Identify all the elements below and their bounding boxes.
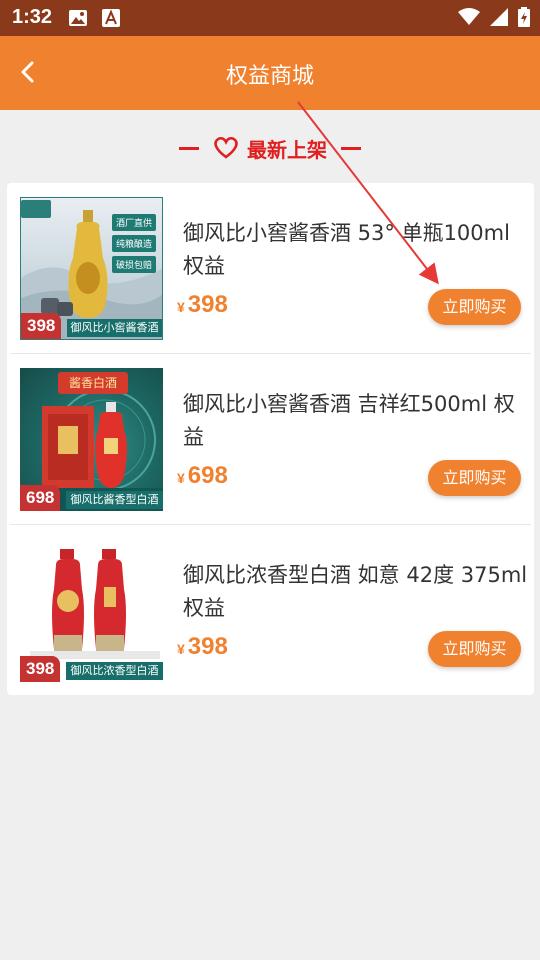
image-name-strip: 御风比小窖酱香酒 — [67, 319, 162, 337]
heading-dash-left — [179, 146, 199, 150]
status-time: 1:32 — [12, 6, 53, 28]
section-heading: 最新上架 — [0, 130, 540, 166]
price-value: 398 — [187, 291, 228, 318]
heart-icon — [213, 136, 239, 160]
battery-icon — [518, 7, 530, 31]
page-title: 权益商城 — [225, 64, 314, 89]
image-price-badge: 698 — [20, 485, 61, 511]
product-image[interactable]: 御风比浓香型白酒 398 — [20, 539, 163, 682]
image-name-strip: 御风比浓香型白酒 — [66, 662, 163, 680]
image-tag: 破损包赔 — [111, 256, 156, 273]
wifi-icon — [458, 8, 480, 30]
image-name-strip: 御风比酱香型白酒 — [66, 491, 163, 509]
price-currency-symbol: ¥ — [177, 299, 185, 315]
product-item[interactable]: 酱香白酒 御风比酱香型白酒 698 御风比小窖酱香酒 吉祥红500ml 权益 ¥… — [7, 354, 534, 525]
image-price-badge: 398 — [20, 656, 61, 682]
product-price: ¥398 — [177, 633, 228, 661]
image-banner: 酱香白酒 — [58, 372, 128, 394]
status-right-icons — [458, 7, 530, 31]
product-item[interactable]: 御风比浓香型白酒 398 御风比浓香型白酒 如意 42度 375ml 权益 ¥3… — [7, 525, 534, 696]
image-tag: 酒厂直供 — [111, 214, 156, 231]
price-value: 698 — [187, 462, 228, 489]
product-name[interactable]: 御风比小窖酱香酒 吉祥红500ml 权益 — [183, 388, 528, 454]
image-price-badge: 398 — [21, 313, 62, 339]
font-notification-icon — [102, 9, 120, 31]
status-bar: 1:32 — [0, 0, 540, 36]
product-name[interactable]: 御风比浓香型白酒 如意 42度 375ml 权益 — [183, 559, 528, 625]
product-image[interactable]: 酱香白酒 御风比酱香型白酒 698 — [20, 368, 163, 511]
app-header: 权益商城 — [0, 36, 540, 110]
product-price: ¥398 — [177, 291, 228, 319]
cellular-signal-icon — [490, 8, 508, 30]
image-tags: 酒厂直供 纯粮酿造 破损包赔 — [111, 214, 156, 273]
price-currency-symbol: ¥ — [177, 641, 185, 657]
image-notification-icon — [68, 9, 88, 31]
buy-now-button[interactable]: 立即购买 — [428, 631, 521, 667]
heading-dash-right — [341, 146, 361, 150]
price-value: 398 — [187, 633, 228, 660]
product-item[interactable]: 酒厂直供 纯粮酿造 破损包赔 御风比小窖酱香酒 398 御风比小窖酱香酒 53°… — [7, 183, 534, 354]
section-heading-label: 最新上架 — [247, 137, 327, 162]
product-price: ¥698 — [177, 462, 228, 490]
product-list: 酒厂直供 纯粮酿造 破损包赔 御风比小窖酱香酒 398 御风比小窖酱香酒 53°… — [7, 183, 534, 695]
product-name[interactable]: 御风比小窖酱香酒 53° 单瓶100ml 权益 — [183, 217, 528, 283]
buy-now-button[interactable]: 立即购买 — [428, 460, 521, 496]
image-tag: 纯粮酿造 — [111, 235, 156, 252]
buy-now-button[interactable]: 立即购买 — [428, 289, 521, 325]
product-image[interactable]: 酒厂直供 纯粮酿造 破损包赔 御风比小窖酱香酒 398 — [20, 197, 163, 340]
price-currency-symbol: ¥ — [177, 470, 185, 486]
